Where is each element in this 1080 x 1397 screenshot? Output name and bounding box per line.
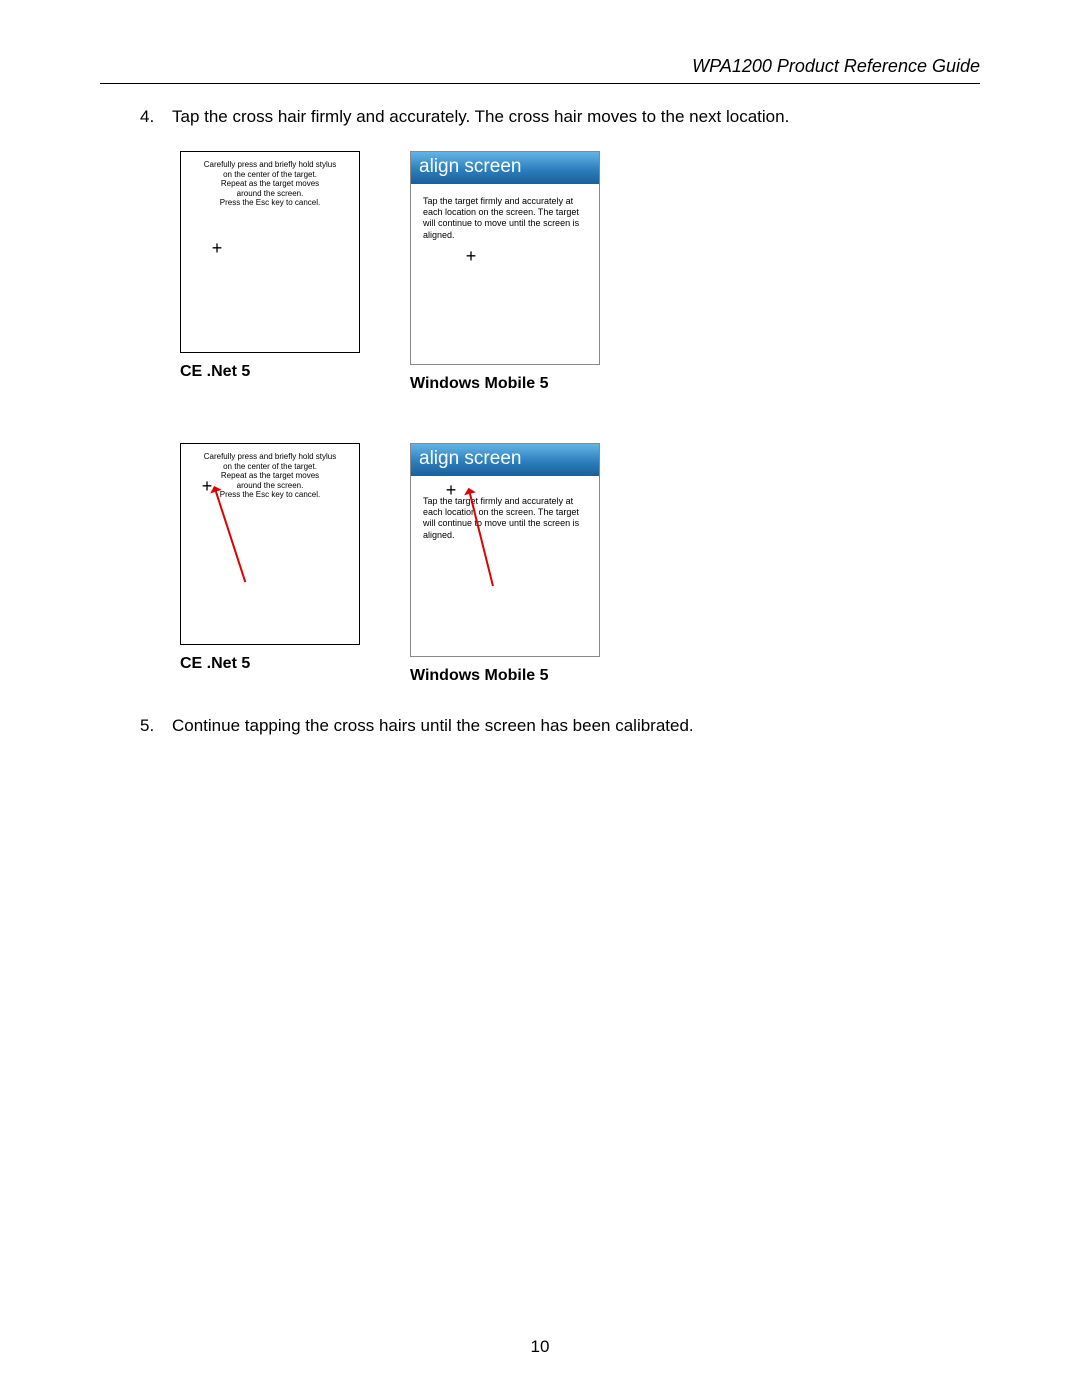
wm-screen-2: align screen + Tap the target firmly and…	[410, 443, 600, 657]
step-5-text: Continue tapping the cross hairs until t…	[172, 715, 694, 738]
screenshots-row-1: Carefully press and briefly hold stylus …	[100, 151, 980, 393]
crosshair-icon: +	[446, 481, 457, 499]
screenshots-row-2: Carefully press and briefly hold stylus …	[100, 443, 980, 685]
step-4: 4. Tap the cross hair firmly and accurat…	[100, 106, 980, 129]
wm-col-1: align screen Tap the target firmly and a…	[410, 151, 600, 393]
wm-banner-1: align screen	[411, 152, 599, 184]
wm-screen-1: align screen Tap the target firmly and a…	[410, 151, 600, 365]
ce-caption-1: CE .Net 5	[180, 363, 370, 381]
ce-caption-2: CE .Net 5	[180, 655, 370, 673]
wm-col-2: align screen + Tap the target firmly and…	[410, 443, 600, 685]
crosshair-icon: +	[212, 239, 223, 257]
wm-caption-2: Windows Mobile 5	[410, 667, 600, 685]
arrow-icon	[215, 491, 246, 582]
page-header-title: WPA1200 Product Reference Guide	[100, 56, 980, 84]
wm-banner-2: align screen	[411, 444, 599, 476]
step-5-number: 5.	[140, 715, 162, 738]
step-5: 5. Continue tapping the cross hairs unti…	[100, 715, 980, 738]
ce-screen-1: Carefully press and briefly hold stylus …	[180, 151, 360, 353]
ce-col-2: Carefully press and briefly hold stylus …	[180, 443, 370, 685]
step-4-text: Tap the cross hair firmly and accurately…	[172, 106, 789, 129]
document-page: WPA1200 Product Reference Guide 4. Tap t…	[0, 0, 1080, 1397]
ce-screen-2: Carefully press and briefly hold stylus …	[180, 443, 360, 645]
ce-col-1: Carefully press and briefly hold stylus …	[180, 151, 370, 393]
wm-screen-2-instructions: Tap the target firmly and accurately at …	[411, 476, 599, 541]
page-number: 10	[0, 1337, 1080, 1357]
wm-caption-1: Windows Mobile 5	[410, 375, 600, 393]
wm-screen-1-instructions: Tap the target firmly and accurately at …	[411, 184, 599, 241]
crosshair-icon: +	[466, 247, 477, 265]
step-4-number: 4.	[140, 106, 162, 129]
ce-screen-1-instructions: Carefully press and briefly hold stylus …	[181, 152, 359, 208]
